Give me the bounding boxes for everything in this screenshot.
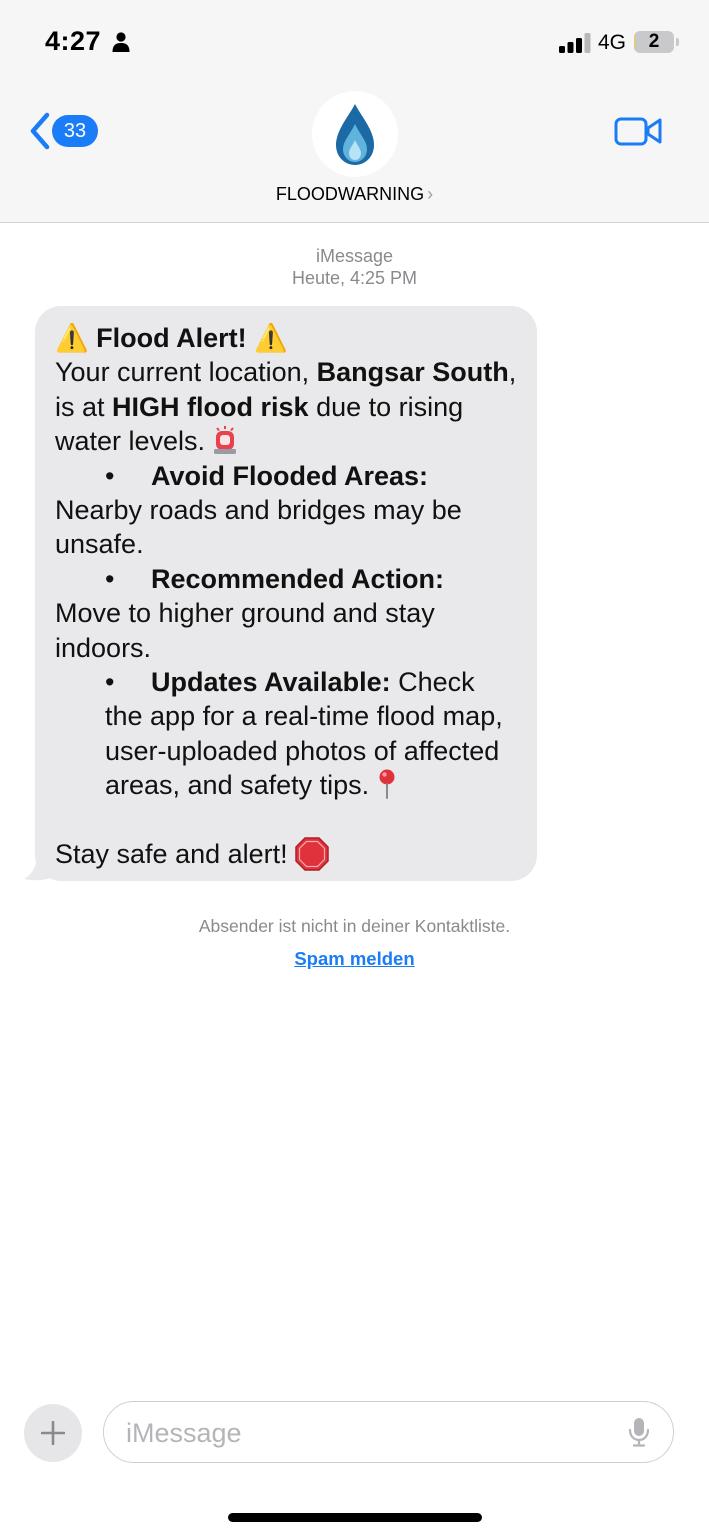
report-spam-link[interactable]: Spam melden <box>0 948 709 970</box>
water-drop-icon <box>336 104 374 165</box>
bullet-text: Move to higher ground and stay indoors. <box>55 598 435 663</box>
bullet-item: • Updates Available: Check the app for a … <box>55 665 519 803</box>
bullet-item: • Recommended Action: <box>55 562 519 596</box>
alert-intro: Your current location, Bangsar South, is… <box>55 357 517 457</box>
alert-title: Flood Alert! <box>96 323 247 353</box>
bullet-text: Nearby roads and bridges may be unsafe. <box>55 495 462 560</box>
alert-risk: HIGH flood risk <box>112 391 309 422</box>
message-bubble[interactable]: ⚠️ Flood Alert! ⚠️ Your current location… <box>35 306 537 881</box>
bullet-dot: • <box>105 667 115 698</box>
plus-icon <box>41 1421 65 1445</box>
home-indicator[interactable] <box>228 1513 482 1522</box>
warning-icon: ⚠️ <box>254 323 288 353</box>
contact-name: FLOODWARNING <box>275 184 425 204</box>
warning-icon: ⚠️ <box>55 323 89 353</box>
person-icon <box>112 32 130 52</box>
stop-sign-icon <box>295 837 329 871</box>
police-siren-icon <box>213 426 236 455</box>
bullet-dot: • <box>105 460 115 491</box>
battery-cap <box>676 38 679 46</box>
video-camera-icon[interactable] <box>614 114 662 148</box>
bullet-heading: Updates Available: <box>151 667 391 698</box>
round-pushpin-icon <box>379 769 395 800</box>
bullet-item: • Avoid Flooded Areas: <box>55 459 519 493</box>
unread-count-badge[interactable]: 33 <box>52 115 98 147</box>
battery-level: 2 <box>648 31 660 52</box>
sender-not-in-contacts-notice: Absender ist nicht in deiner Kontaktlist… <box>198 916 511 936</box>
contact-avatar[interactable] <box>312 91 398 177</box>
closing-line: Stay safe and alert! <box>55 837 519 871</box>
bullet-dot: • <box>105 563 115 594</box>
alert-location: Bangsar South <box>316 357 509 388</box>
message-timestamp: Heute, 4:25 PM <box>291 268 418 288</box>
chevron-left-icon[interactable] <box>28 112 52 150</box>
battery-icon: 2 <box>634 31 674 53</box>
status-time: 4:27 <box>45 26 102 56</box>
alert-title-line: ⚠️ Flood Alert! ⚠️ <box>55 321 519 355</box>
service-label: iMessage <box>315 246 394 266</box>
navigation-header: 4:27 4G 2 33 FLOODWARNING › <box>0 0 709 223</box>
add-attachment-button[interactable] <box>24 1404 82 1462</box>
network-type: 4G <box>598 31 627 54</box>
contact-name-button[interactable]: FLOODWARNING › <box>0 184 709 205</box>
message-input[interactable] <box>124 1414 608 1452</box>
bullet-heading: Recommended Action: <box>151 563 445 594</box>
bullet-heading: Avoid Flooded Areas: <box>151 460 429 491</box>
message-composer[interactable] <box>103 1401 674 1463</box>
chevron-right-icon: › <box>427 184 434 204</box>
microphone-icon[interactable] <box>628 1417 650 1447</box>
signal-bars-icon <box>559 33 591 53</box>
